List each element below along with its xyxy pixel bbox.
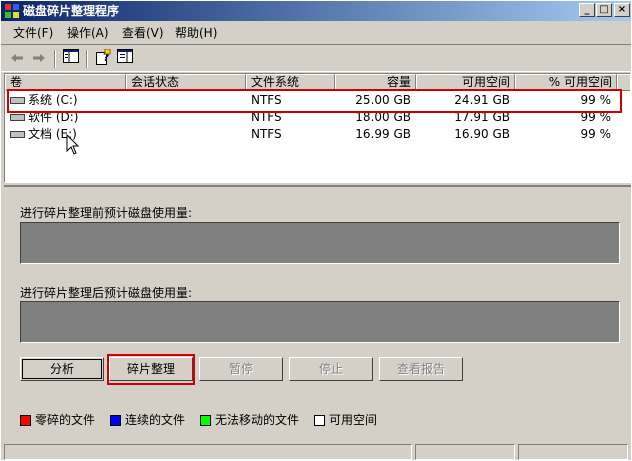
menu-file[interactable]: 文件(F) xyxy=(11,25,55,41)
pause-button[interactable]: 暂停 xyxy=(199,357,283,381)
volume-capacity: 25.00 GB xyxy=(355,93,411,107)
menu-action[interactable]: 操作(A) xyxy=(65,25,111,41)
legend-unmovable: 无法移动的文件 xyxy=(215,413,300,427)
column-header-free-space[interactable]: 可用空间 xyxy=(416,74,515,91)
before-usage-bar xyxy=(20,222,620,264)
status-pane xyxy=(415,444,515,460)
before-usage-label: 进行碎片整理前预计磁盘使用量: xyxy=(20,206,193,220)
column-header-volume[interactable]: 卷 xyxy=(5,74,126,91)
stop-button[interactable]: 停止 xyxy=(289,357,373,381)
help-icon[interactable]: ? xyxy=(93,48,113,69)
show-hide-console-tree-icon[interactable] xyxy=(61,49,81,69)
menu-help[interactable]: 帮助(H) xyxy=(173,25,219,41)
defrag-app-icon xyxy=(5,4,19,18)
column-header-capacity[interactable]: 容量 xyxy=(335,74,416,91)
toolbar-separator xyxy=(54,50,56,68)
volume-row[interactable]: 系统 (C:) NTFS 25.00 GB 24.91 GB 99 % xyxy=(5,92,630,109)
close-button[interactable]: × xyxy=(614,3,630,17)
volume-name: 软件 (D:) xyxy=(28,110,79,124)
view-report-button[interactable]: 查看报告 xyxy=(379,357,463,381)
volume-row[interactable]: 文档 (E:) NTFS 16.99 GB 16.90 GB 99 % xyxy=(5,126,630,143)
properties-icon[interactable] xyxy=(115,49,135,69)
status-pane-main xyxy=(4,444,412,460)
volume-capacity: 18.00 GB xyxy=(355,110,411,124)
volume-list[interactable]: 卷 会话状态 文件系统 容量 可用空间 % 可用空间 系统 (C:) NTFS … xyxy=(4,73,631,183)
back-arrow-icon[interactable] xyxy=(7,49,27,69)
column-header-session-status[interactable]: 会话状态 xyxy=(126,74,246,91)
hard-drive-icon xyxy=(10,97,25,104)
after-usage-label: 进行碎片整理后预计磁盘使用量: xyxy=(20,286,193,300)
volume-capacity: 16.99 GB xyxy=(355,127,411,141)
contiguous-files-swatch xyxy=(110,415,121,426)
legend-free-space: 可用空间 xyxy=(329,413,378,427)
volume-free: 24.91 GB xyxy=(454,93,510,107)
menu-view[interactable]: 查看(V) xyxy=(120,25,166,41)
volume-fs: NTFS xyxy=(251,127,282,141)
volume-pct-free: 99 % xyxy=(580,127,612,141)
column-header-file-system[interactable]: 文件系统 xyxy=(246,74,335,91)
maximize-button[interactable]: □ xyxy=(596,3,612,17)
menu-bar: 文件(F) 操作(A) 查看(V) 帮助(H) xyxy=(1,22,631,44)
after-usage-bar xyxy=(20,301,620,343)
status-bar xyxy=(1,442,631,461)
forward-arrow-icon[interactable] xyxy=(29,49,49,69)
status-pane xyxy=(518,444,628,460)
column-header-filler xyxy=(617,74,630,91)
unmovable-files-swatch xyxy=(200,415,211,426)
toolbar-separator xyxy=(86,50,88,68)
minimize-button[interactable]: _ xyxy=(579,3,595,17)
volume-pct-free: 99 % xyxy=(580,93,612,107)
defrag-window: 磁盘碎片整理程序 _ □ × 文件(F) 操作(A) 查看(V) 帮助(H) ?… xyxy=(0,0,632,461)
volume-name: 系统 (C:) xyxy=(28,93,78,107)
volume-row[interactable]: 软件 (D:) NTFS 18.00 GB 17.91 GB 99 % xyxy=(5,109,630,126)
analysis-panel: 进行碎片整理前预计磁盘使用量: 进行碎片整理后预计磁盘使用量: 分析 碎片整理 … xyxy=(4,185,631,441)
legend-fragmented: 零碎的文件 xyxy=(35,413,96,427)
column-header-percent-free[interactable]: % 可用空间 xyxy=(515,74,617,91)
volume-name: 文档 (E:) xyxy=(28,127,77,141)
volume-fs: NTFS xyxy=(251,93,282,107)
toolbar: ? xyxy=(1,44,631,72)
analyze-button[interactable]: 分析 xyxy=(20,357,104,381)
title-bar[interactable]: 磁盘碎片整理程序 _ □ × xyxy=(1,1,631,21)
hard-drive-icon xyxy=(10,131,25,138)
free-space-swatch xyxy=(314,415,325,426)
fragmented-files-swatch xyxy=(20,415,31,426)
legend-contiguous: 连续的文件 xyxy=(125,413,186,427)
volume-free: 16.90 GB xyxy=(454,127,510,141)
hard-drive-icon xyxy=(10,114,25,121)
volume-pct-free: 99 % xyxy=(580,110,612,124)
window-title: 磁盘碎片整理程序 xyxy=(23,4,120,18)
defragment-button[interactable]: 碎片整理 xyxy=(109,357,193,381)
volume-free: 17.91 GB xyxy=(454,110,510,124)
volume-fs: NTFS xyxy=(251,110,282,124)
